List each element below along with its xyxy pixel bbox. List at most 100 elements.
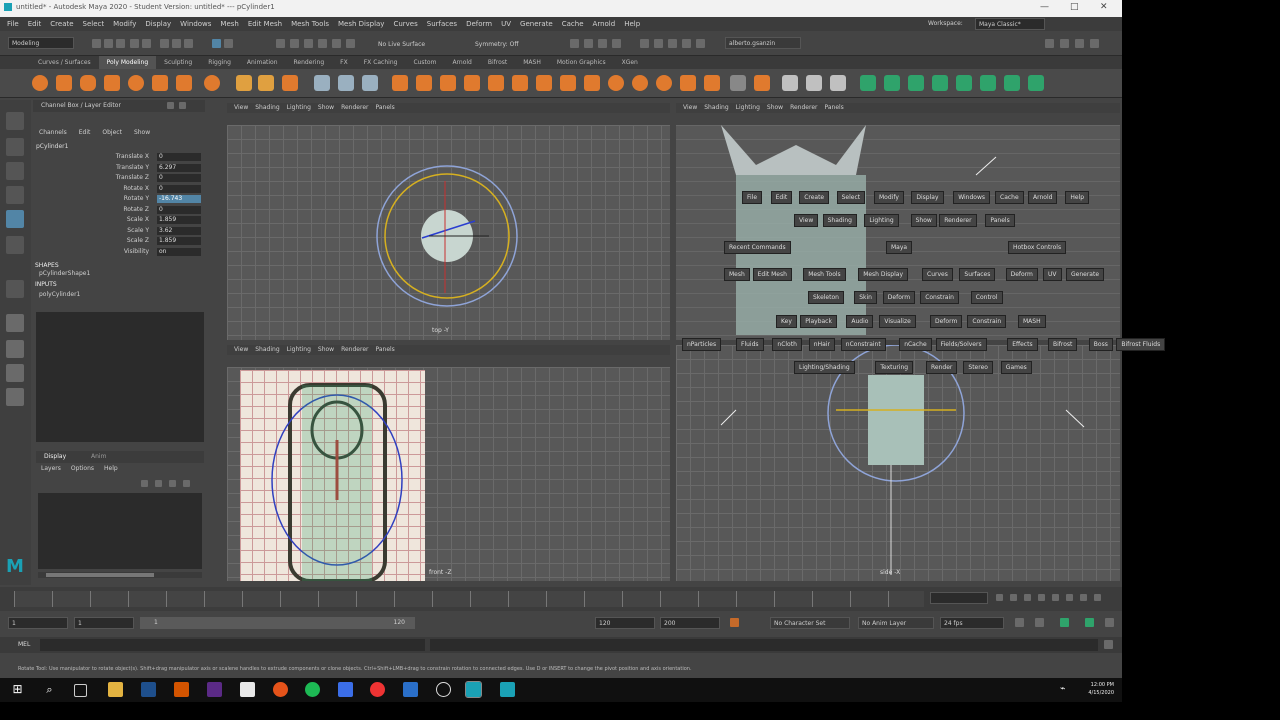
- firefox-icon[interactable]: [273, 682, 288, 697]
- planar-map-icon[interactable]: [806, 75, 822, 91]
- menu-mesh-display[interactable]: Mesh Display: [338, 17, 384, 31]
- spotify-icon[interactable]: [305, 682, 320, 697]
- time-slider-ticks[interactable]: [14, 591, 924, 607]
- hotbox-row3-surfaces[interactable]: Surfaces: [959, 268, 996, 281]
- boolean-icon[interactable]: [392, 75, 408, 91]
- rotate-manipulator[interactable]: [227, 103, 670, 340]
- channel-box-pin-icon[interactable]: [179, 102, 186, 109]
- hotbox-row4-constrain[interactable]: Constrain: [920, 291, 959, 304]
- channel-box-menu-show[interactable]: Show: [134, 129, 150, 136]
- channel-value[interactable]: 1.859: [157, 237, 201, 245]
- quad-draw-icon[interactable]: [680, 75, 696, 91]
- scale-tool-icon[interactable]: [6, 236, 24, 254]
- hotbox-row3-generate[interactable]: Generate: [1066, 268, 1105, 281]
- channel-row-translate-x[interactable]: Translate X 0: [33, 153, 201, 162]
- smooth-icon[interactable]: [362, 75, 378, 91]
- shelf-tab-rendering[interactable]: Rendering: [286, 56, 333, 69]
- hotbox-row1-windows[interactable]: Windows: [953, 191, 990, 204]
- uv-orient-icon[interactable]: [956, 75, 972, 91]
- select-tool-icon[interactable]: [6, 112, 24, 130]
- collapse-icon[interactable]: [656, 75, 672, 91]
- shelf-tab-custom[interactable]: Custom: [405, 56, 444, 69]
- toggle-tool-settings-icon[interactable]: [1075, 39, 1084, 48]
- menu-deform[interactable]: Deform: [466, 17, 492, 31]
- vscode-icon[interactable]: [403, 682, 418, 697]
- hotbox-row1-cache[interactable]: Cache: [995, 191, 1024, 204]
- light-editor-icon[interactable]: [668, 39, 677, 48]
- viewport-menu-renderer[interactable]: Renderer: [790, 103, 817, 113]
- menu-modify[interactable]: Modify: [113, 17, 136, 31]
- channel-row-rotate-y[interactable]: Rotate Y -16.743: [33, 195, 201, 204]
- shape-node[interactable]: pCylinderShape1: [39, 270, 90, 277]
- menu-edit[interactable]: Edit: [28, 17, 42, 31]
- snap-curve-icon[interactable]: [290, 39, 299, 48]
- hotbox-row6-nconstraint[interactable]: nConstraint: [840, 338, 886, 351]
- platonic-solid-icon[interactable]: [204, 75, 220, 91]
- multi-cut-icon[interactable]: [560, 75, 576, 91]
- hotbox-row4-control[interactable]: Control: [970, 291, 1003, 304]
- playback-start-field[interactable]: 1: [74, 617, 134, 629]
- poly-cone-icon[interactable]: [104, 75, 120, 91]
- rotate-tool-icon[interactable]: [6, 210, 24, 228]
- poly-plane-icon[interactable]: [152, 75, 168, 91]
- viewport-menu-lighting[interactable]: Lighting: [736, 103, 760, 113]
- channel-value[interactable]: -16.743: [157, 195, 201, 203]
- channel-box-settings-icon[interactable]: [167, 102, 174, 109]
- hotbox-row2-panels[interactable]: Panels: [985, 214, 1015, 227]
- hotbox-row3-mesh-display[interactable]: Mesh Display: [858, 268, 909, 281]
- file-explorer-icon[interactable]: [108, 682, 123, 697]
- tab-display[interactable]: Display: [44, 453, 66, 460]
- select-object-icon[interactable]: [172, 39, 181, 48]
- menu-arnold[interactable]: Arnold: [593, 17, 616, 31]
- photoshop-icon[interactable]: [141, 682, 156, 697]
- system-clock[interactable]: 12:00 PM 4/15/2020: [1088, 681, 1114, 697]
- viewport-menu-renderer[interactable]: Renderer: [341, 345, 368, 355]
- show-manipulator-icon[interactable]: [6, 280, 24, 298]
- hotbox-row1-arnold[interactable]: Arnold: [1028, 191, 1058, 204]
- new-layer-icon[interactable]: [169, 480, 176, 487]
- save-scene-icon[interactable]: [116, 39, 125, 48]
- combine-icon[interactable]: [314, 75, 330, 91]
- hotbox-row3-curves[interactable]: Curves: [922, 268, 953, 281]
- super-shape-icon[interactable]: [236, 75, 252, 91]
- hotbox-row2-lighting[interactable]: Lighting: [864, 214, 899, 227]
- menu-select[interactable]: Select: [83, 17, 105, 31]
- fps-dropdown[interactable]: 24 fps: [940, 617, 1004, 629]
- hotbox-row6-effects[interactable]: Effects: [1007, 338, 1038, 351]
- menu-create[interactable]: Create: [50, 17, 73, 31]
- select-hierarchy-icon[interactable]: [160, 39, 169, 48]
- windows-start-icon[interactable]: ⊞: [10, 682, 25, 697]
- insert-edge-loop-icon[interactable]: [584, 75, 600, 91]
- channel-row-translate-y[interactable]: Translate Y 6.297: [33, 163, 201, 173]
- hypershade-icon[interactable]: [640, 39, 649, 48]
- layer-menu-help[interactable]: Help: [104, 465, 118, 472]
- svg-tool-icon[interactable]: [282, 75, 298, 91]
- uv-sew-icon[interactable]: [884, 75, 900, 91]
- channel-value[interactable]: 3.62: [157, 226, 201, 235]
- snap-vertex-icon[interactable]: [346, 39, 355, 48]
- shelf-tab-arnold[interactable]: Arnold: [444, 56, 479, 69]
- extrude-icon[interactable]: [440, 75, 456, 91]
- hotbox-row1-help[interactable]: Help: [1065, 191, 1090, 204]
- uv-layout-icon[interactable]: [932, 75, 948, 91]
- snap-view-icon[interactable]: [318, 39, 327, 48]
- viewport-menu-shading[interactable]: Shading: [255, 345, 279, 355]
- new-layer-selected-icon[interactable]: [183, 480, 190, 487]
- layer-menu-options[interactable]: Options: [71, 465, 94, 472]
- shelf-tab-animation[interactable]: Animation: [239, 56, 286, 69]
- shelf-tab-curves-surfaces[interactable]: Curves / Surfaces: [30, 56, 99, 69]
- render-view-icon[interactable]: [570, 39, 579, 48]
- menu-uv[interactable]: UV: [501, 17, 511, 31]
- menu-mesh[interactable]: Mesh: [220, 17, 238, 31]
- menu-edit-mesh[interactable]: Edit Mesh: [248, 17, 282, 31]
- menu-display[interactable]: Display: [145, 17, 171, 31]
- hotbox-row6-nhair[interactable]: nHair: [808, 338, 835, 351]
- menu-set-dropdown[interactable]: Modeling: [8, 37, 74, 49]
- uv-editor-icon[interactable]: [782, 75, 798, 91]
- network-icon[interactable]: ⌁: [1060, 682, 1075, 697]
- snap-surface-icon[interactable]: [332, 39, 341, 48]
- shelf-tab-poly-modeling[interactable]: Poly Modeling: [98, 56, 157, 69]
- hotbox-row3-mesh[interactable]: Mesh: [724, 268, 750, 281]
- channel-box-scrollbar[interactable]: [38, 572, 202, 578]
- task-view-icon[interactable]: [74, 684, 87, 697]
